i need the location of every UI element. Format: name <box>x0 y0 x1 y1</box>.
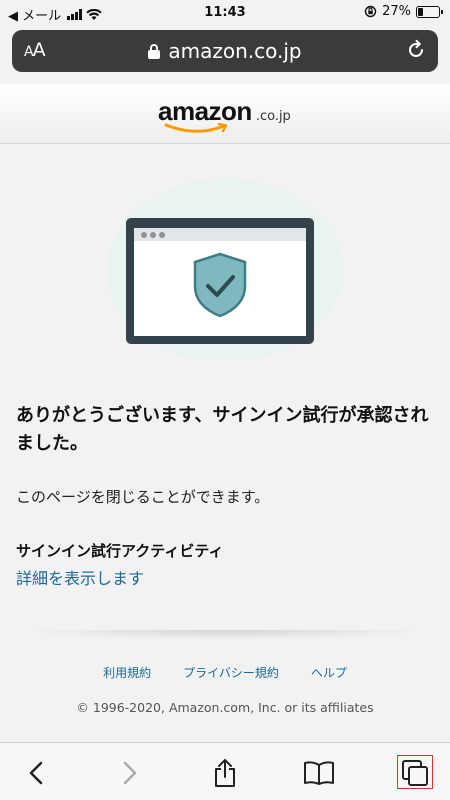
status-bar: ◀ メール 11:43 27% <box>0 0 450 26</box>
share-button[interactable] <box>209 757 241 789</box>
help-link[interactable]: ヘルプ <box>311 664 347 681</box>
back-button[interactable] <box>20 757 52 789</box>
logo-tld: .co.jp <box>255 109 291 124</box>
footer-links: 利用規約 プライバシー規約 ヘルプ <box>0 664 450 681</box>
logo-smile-icon <box>164 123 228 133</box>
book-icon <box>304 761 334 785</box>
privacy-link[interactable]: プライバシー規約 <box>183 664 279 681</box>
battery-icon <box>416 5 443 18</box>
url-display[interactable]: amazon.co.jp <box>148 39 302 63</box>
lock-icon <box>148 43 161 59</box>
reload-icon[interactable] <box>404 38 428 62</box>
tabs-button-highlight <box>397 755 433 789</box>
security-shield-illustration <box>107 178 343 360</box>
logo-word: amazon <box>158 96 252 126</box>
close-page-message: このページを閉じることができます。 <box>16 488 270 506</box>
url-text: amazon.co.jp <box>168 39 302 63</box>
signin-activity-label: サインイン試行アクティビティ <box>16 542 224 560</box>
footer-divider <box>20 630 430 640</box>
text-size-button[interactable]: AA <box>24 39 46 61</box>
status-right: 27% <box>364 4 443 19</box>
chevron-right-icon <box>123 761 137 785</box>
page-heading: ありがとうございます、サインイン試行が承認されました。 <box>16 405 429 454</box>
orientation-lock-icon <box>364 5 377 18</box>
show-details-link[interactable]: 詳細を表示します <box>16 565 144 589</box>
address-bar-container: AA amazon.co.jp <box>12 30 438 72</box>
browser-page: ◀ メール 11:43 27% AA amazon.co.jp amazon .… <box>0 0 450 800</box>
chevron-left-icon <box>29 761 43 785</box>
address-bar[interactable]: AA amazon.co.jp <box>12 30 438 72</box>
bookmarks-button[interactable] <box>303 757 335 789</box>
browser-toolbar <box>0 742 450 800</box>
terms-link[interactable]: 利用規約 <box>103 664 151 681</box>
share-icon <box>215 759 235 787</box>
amazon-logo[interactable]: amazon .co.jp <box>158 96 298 136</box>
site-header: amazon .co.jp <box>0 84 450 144</box>
forward-button[interactable] <box>114 757 146 789</box>
copyright-text: © 1996-2020, Amazon.com, Inc. or its aff… <box>76 700 374 715</box>
battery-percent: 27% <box>382 4 411 19</box>
